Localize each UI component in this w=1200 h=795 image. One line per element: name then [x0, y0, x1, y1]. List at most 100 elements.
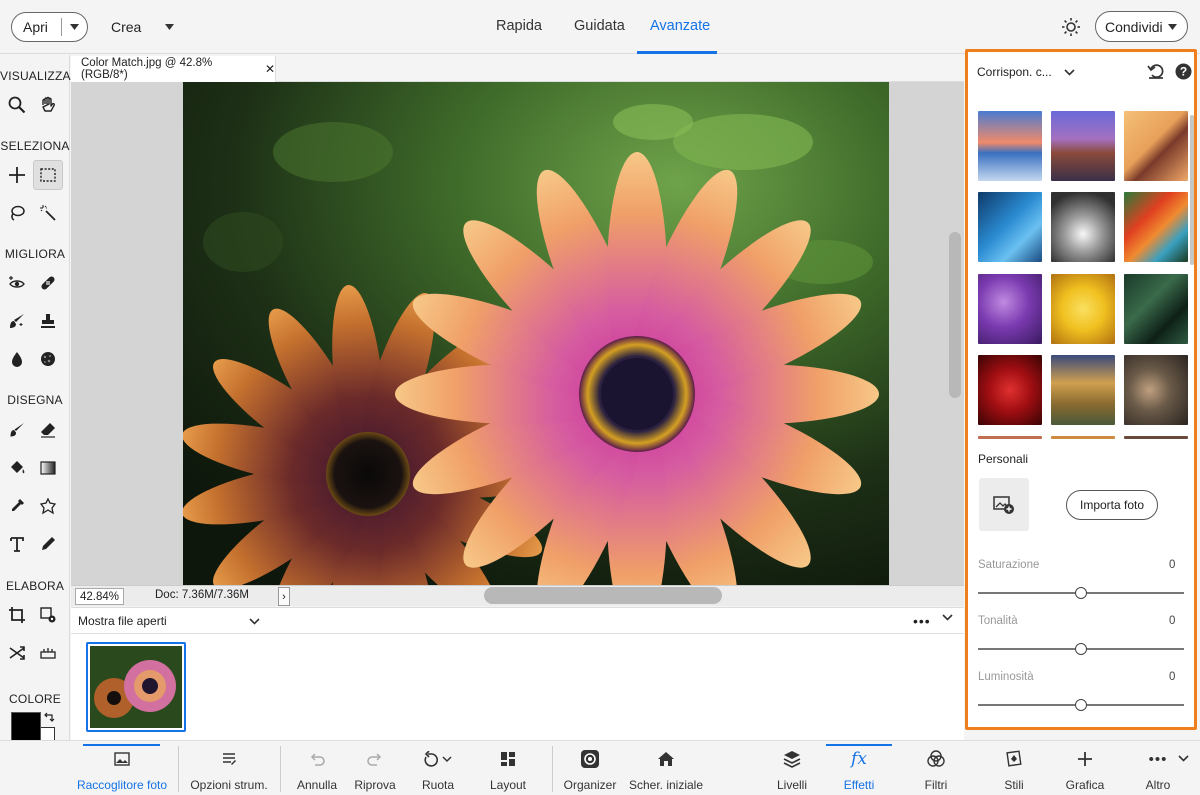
canvas-area[interactable]	[71, 82, 964, 585]
preset-sunset-lake[interactable]	[978, 111, 1042, 181]
horizontal-scrollbar[interactable]	[484, 587, 722, 604]
chevron-down-icon[interactable]	[942, 614, 953, 621]
presets-scrollbar[interactable]	[1190, 115, 1194, 265]
preset-green-leaves[interactable]	[1124, 274, 1188, 344]
rotate-icon	[422, 741, 454, 777]
eraser-icon[interactable]	[33, 415, 63, 445]
preset-skater[interactable]	[1124, 111, 1188, 181]
divider	[552, 746, 553, 792]
zoom-level-field[interactable]: 42.84%	[75, 588, 124, 605]
personal-section-label: Personali	[978, 452, 1029, 466]
layout-button[interactable]: Layout	[485, 741, 531, 795]
content-aware-move-icon[interactable]	[2, 638, 32, 668]
tool-options-button[interactable]: Opzioni strum.	[190, 741, 268, 795]
more-button[interactable]: ••• Altro	[1138, 741, 1178, 795]
marquee-icon[interactable]	[33, 160, 63, 190]
brightness-value: 0	[1169, 671, 1176, 683]
brightness-label: Luminosità	[978, 671, 1034, 683]
share-button[interactable]: Condividi	[1095, 11, 1188, 42]
type-icon[interactable]	[2, 529, 32, 559]
brush-icon[interactable]	[2, 415, 32, 445]
undo-button[interactable]: Annulla	[292, 741, 342, 795]
organizer-icon	[580, 741, 600, 777]
preset-red-rose[interactable]	[978, 355, 1042, 425]
chevron-down-icon[interactable]	[62, 24, 87, 30]
preset-market-pots[interactable]	[1124, 355, 1188, 425]
paint-bucket-icon[interactable]	[2, 453, 32, 483]
eyedropper-icon[interactable]	[2, 491, 32, 521]
foreground-color-swatch[interactable]	[11, 712, 41, 742]
graphics-button[interactable]: Grafica	[1060, 741, 1110, 795]
chevron-down-icon	[165, 24, 175, 30]
add-image-icon	[993, 495, 1014, 514]
zoom-icon[interactable]	[2, 90, 32, 120]
open-button[interactable]: Apri	[11, 12, 88, 42]
hue-label: Tonalità	[978, 615, 1018, 627]
open-file-thumbnail[interactable]	[86, 642, 186, 732]
brightness-icon[interactable]	[1061, 17, 1081, 37]
preset-bw-corridor[interactable]	[1051, 192, 1115, 262]
layers-button[interactable]: Livelli	[770, 741, 814, 795]
custom-shape-icon[interactable]	[33, 491, 63, 521]
preset-row-partial	[1124, 436, 1188, 439]
preset-desert-road[interactable]	[1051, 111, 1115, 181]
straighten-icon[interactable]	[33, 638, 63, 668]
red-eye-icon[interactable]	[2, 268, 32, 298]
organizer-button[interactable]: Organizer	[562, 741, 618, 795]
photo-bin-button[interactable]: Raccoglitore foto	[75, 741, 169, 795]
recompose-icon[interactable]	[33, 600, 63, 630]
effects-button[interactable]: fx Effetti	[833, 741, 885, 795]
preset-row-partial	[1051, 436, 1115, 439]
add-photo-button[interactable]	[979, 478, 1029, 531]
styles-button[interactable]: Stili	[992, 741, 1036, 795]
mode-tab-guided[interactable]: Guidata	[574, 18, 625, 34]
import-photo-button[interactable]: Importa foto	[1066, 490, 1158, 520]
home-screen-button[interactable]: Scher. iniziale	[627, 741, 705, 795]
chevron-down-icon[interactable]	[1178, 755, 1189, 762]
reset-icon[interactable]	[1147, 63, 1165, 79]
photo-bin-dropdown[interactable]: Mostra file aperti	[78, 614, 260, 628]
clone-stamp-icon[interactable]	[33, 306, 63, 336]
blur-icon[interactable]	[2, 344, 32, 374]
filters-button[interactable]: Filtri	[914, 741, 958, 795]
help-icon[interactable]: ?	[1175, 63, 1192, 80]
panel-title-dropdown[interactable]: Corrispon. c...	[977, 65, 1075, 79]
tool-panel: VISUALIZZA SELEZIONA MIGLIORA DISEGNA EL…	[0, 55, 70, 740]
photo-bin-icon	[114, 741, 130, 777]
rotate-button[interactable]: Ruota	[418, 741, 458, 795]
divider	[178, 746, 179, 792]
hue-slider-handle[interactable]	[1075, 643, 1087, 655]
saturation-slider-handle[interactable]	[1075, 587, 1087, 599]
redo-button[interactable]: Ripr​ova	[350, 741, 400, 795]
chevron-down-icon	[1064, 68, 1075, 76]
document-image[interactable]	[183, 82, 889, 585]
chevron-right-icon[interactable]: ›	[278, 587, 290, 606]
preset-colorful-paint[interactable]	[1124, 192, 1188, 262]
create-button[interactable]: Crea	[111, 12, 175, 42]
vertical-scrollbar[interactable]	[949, 232, 961, 398]
move-icon[interactable]	[2, 160, 32, 190]
magic-wand-icon[interactable]	[33, 198, 63, 228]
preset-purple-flowers[interactable]	[978, 274, 1042, 344]
crop-icon[interactable]	[2, 600, 32, 630]
brightness-slider-handle[interactable]	[1075, 699, 1087, 711]
document-tab[interactable]: Color Match.jpg @ 42.8% (RGB/8*) ✕	[71, 56, 276, 82]
hand-icon[interactable]	[33, 90, 63, 120]
active-mode-indicator	[637, 51, 717, 54]
thumbnail-image	[90, 646, 182, 728]
lasso-icon[interactable]	[2, 198, 32, 228]
sponge-icon[interactable]	[33, 344, 63, 374]
close-icon[interactable]: ✕	[265, 62, 275, 76]
smart-brush-icon[interactable]	[2, 306, 32, 336]
mode-tab-advanced[interactable]: Avanzate	[650, 18, 710, 34]
chevron-down-icon	[249, 617, 260, 625]
preset-blue-feathers[interactable]	[978, 192, 1042, 262]
preset-autumn-path[interactable]	[1051, 355, 1115, 425]
preset-yellow-flower[interactable]	[1051, 274, 1115, 344]
pencil-icon[interactable]	[33, 529, 63, 559]
gradient-icon[interactable]	[33, 453, 63, 483]
swap-colors-icon[interactable]	[43, 712, 55, 724]
mode-tab-quick[interactable]: Rapida	[496, 18, 542, 34]
more-options-icon[interactable]: •••	[913, 613, 931, 629]
spot-healing-icon[interactable]	[33, 268, 63, 298]
